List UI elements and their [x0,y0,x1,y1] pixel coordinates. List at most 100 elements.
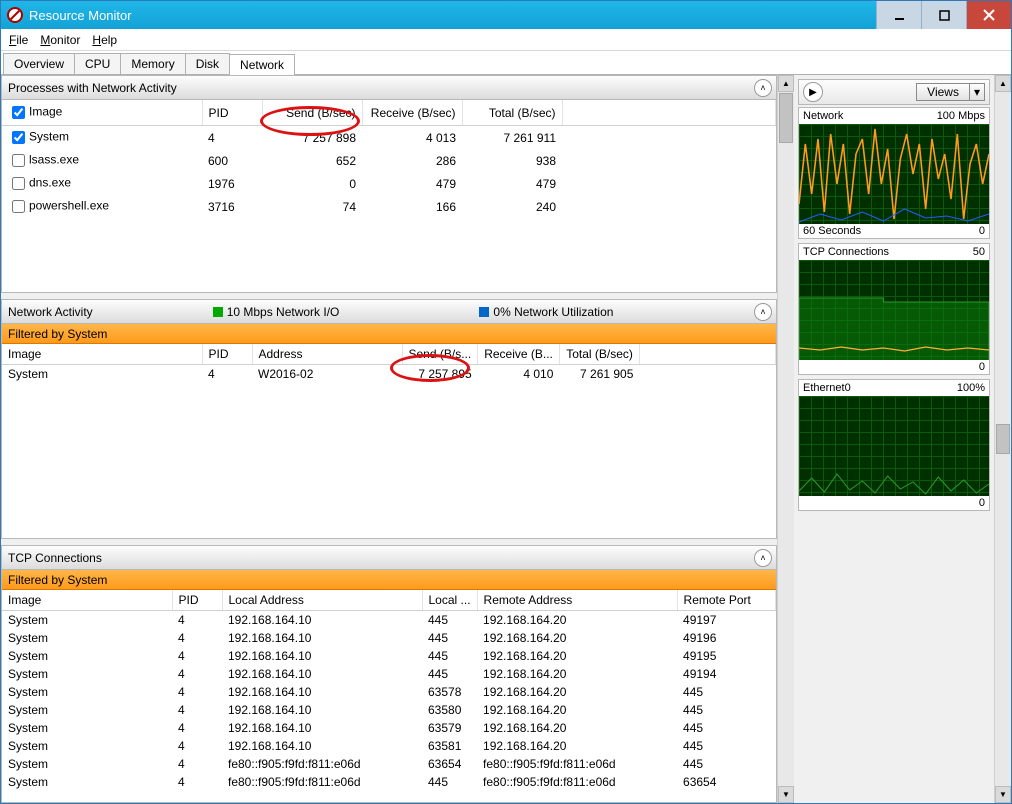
graph-canvas [799,260,989,360]
col-image[interactable]: Image [2,590,172,611]
views-dropdown-icon[interactable]: ▾ [970,83,985,101]
col-pid[interactable]: PID [202,100,262,126]
collapse-icon[interactable]: ˄ [754,303,772,321]
tab-cpu[interactable]: CPU [74,53,121,74]
col-send[interactable]: Send (B/s... [402,344,478,365]
col-pid[interactable]: PID [202,344,252,365]
col-local-port[interactable]: Local ... [422,590,477,611]
col-address[interactable]: Address [252,344,402,365]
scroll-down-icon[interactable]: ▼ [778,786,794,803]
graph-title: TCP Connections [803,246,889,258]
table-row[interactable]: lsass.exe600652286938 [2,149,776,172]
graph-foot-right: 0 [979,225,985,237]
col-image[interactable]: Image [2,344,202,365]
side-graphs: ▶ Views ▾ Network 100 Mbps 60 Seconds 0 TC… [794,75,994,803]
table-row[interactable]: System4192.168.164.1063579192.168.164.20… [2,719,776,737]
table-row[interactable]: System4192.168.164.1063580192.168.164.20… [2,701,776,719]
col-recv[interactable]: Receive (B... [478,344,560,365]
close-button[interactable] [966,1,1011,29]
scroll-up-icon[interactable]: ▲ [995,75,1011,92]
graph-tcp: TCP Connections 50 0 [798,243,990,375]
graph-scale: 100 Mbps [937,110,985,122]
table-row[interactable]: System47 257 8984 0137 261 911 [2,126,776,150]
graph-title: Ethernet0 [803,382,851,394]
tab-network[interactable]: Network [229,54,295,75]
row-checkbox[interactable] [12,131,25,144]
filtered-bar: Filtered by System [2,324,776,344]
legend-blue-icon [479,307,489,317]
legend-io: 10 Mbps Network I/O [227,305,340,319]
menu-monitor[interactable]: Monitor [40,33,80,47]
table-row[interactable]: System4192.168.164.10445192.168.164.2049… [2,611,776,630]
app-icon [7,7,23,23]
resource-monitor-window: Resource Monitor File Monitor Help Overv… [0,0,1012,804]
activity-title: Network Activity [8,305,93,319]
graph-scale: 100% [957,382,985,394]
minimize-button[interactable] [876,1,921,29]
table-row[interactable]: powershell.exe371674166240 [2,195,776,218]
table-row[interactable]: System4fe80::f905:f9fd:f811:e06d445fe80:… [2,773,776,791]
tab-overview[interactable]: Overview [3,53,75,74]
row-checkbox[interactable] [12,154,25,167]
graph-title: Network [803,110,843,122]
maximize-button[interactable] [921,1,966,29]
table-row[interactable]: System4W2016-027 257 8954 0107 261 905 [2,365,776,384]
menu-file[interactable]: File [9,33,28,47]
table-row[interactable]: System4192.168.164.10445192.168.164.2049… [2,665,776,683]
col-image[interactable]: Image [29,105,62,119]
scroll-down-icon[interactable]: ▼ [995,786,1011,803]
main-scrollbar[interactable]: ▲ ▼ [777,75,794,803]
tab-disk[interactable]: Disk [185,53,230,74]
titlebar[interactable]: Resource Monitor [1,1,1011,29]
scroll-up-icon[interactable]: ▲ [778,75,794,92]
menu-help[interactable]: Help [92,33,117,47]
filtered-bar: Filtered by System [2,570,776,590]
graph-foot-right: 0 [979,361,985,373]
side-toolbar: ▶ Views ▾ [798,79,990,105]
views-button[interactable]: Views [916,83,970,101]
col-pid[interactable]: PID [172,590,222,611]
tcp-panel: TCP Connections ˄ Filtered by System Ima… [1,545,777,803]
table-row[interactable]: System4192.168.164.1063581192.168.164.20… [2,737,776,755]
col-remote-addr[interactable]: Remote Address [477,590,677,611]
tab-memory[interactable]: Memory [120,53,185,74]
graph-network: Network 100 Mbps 60 Seconds 0 [798,107,990,239]
collapse-icon[interactable]: ˄ [754,79,772,97]
graph-foot-left: 60 Seconds [803,225,861,237]
table-row[interactable]: dns.exe19760479479 [2,172,776,195]
table-row[interactable]: System4192.168.164.10445192.168.164.2049… [2,629,776,647]
select-all-checkbox[interactable] [12,106,25,119]
processes-table: Image PID Send (B/sec) Receive (B/sec) T… [2,100,776,218]
graph-ethernet: Ethernet0100% 0 [798,379,990,511]
col-send[interactable]: Send (B/sec) [262,100,362,126]
window-title: Resource Monitor [29,8,132,23]
tcp-title: TCP Connections [8,551,102,565]
processes-panel: Processes with Network Activity ˄ Image … [1,75,777,293]
side-scrollbar[interactable]: ▲ ▼ [994,75,1011,803]
graph-canvas [799,396,989,496]
activity-table: Image PID Address Send (B/s... Receive (… [2,344,776,383]
row-checkbox[interactable] [12,177,25,190]
legend-green-icon [213,307,223,317]
legend-util: 0% Network Utilization [493,305,613,319]
table-row[interactable]: System4fe80::f905:f9fd:f811:e06d63654fe8… [2,755,776,773]
row-checkbox[interactable] [12,200,25,213]
processes-title: Processes with Network Activity [8,81,177,95]
table-row[interactable]: System4192.168.164.1063578192.168.164.20… [2,683,776,701]
tabs: Overview CPU Memory Disk Network [1,51,1011,75]
scroll-thumb[interactable] [996,424,1010,454]
collapse-icon[interactable]: ˄ [754,549,772,567]
col-recv[interactable]: Receive (B/sec) [362,100,462,126]
graph-scale: 50 [973,246,985,258]
col-local-addr[interactable]: Local Address [222,590,422,611]
processes-header[interactable]: Processes with Network Activity ˄ [2,76,776,100]
activity-panel: Network Activity 10 Mbps Network I/O 0% … [1,299,777,539]
col-total[interactable]: Total (B/sec) [462,100,562,126]
collapse-side-icon[interactable]: ▶ [803,82,823,102]
col-remote-port[interactable]: Remote Port [677,590,775,611]
activity-header[interactable]: Network Activity 10 Mbps Network I/O 0% … [2,300,776,324]
col-total[interactable]: Total (B/sec) [559,344,639,365]
scroll-thumb[interactable] [779,93,793,143]
tcp-header[interactable]: TCP Connections ˄ [2,546,776,570]
table-row[interactable]: System4192.168.164.10445192.168.164.2049… [2,647,776,665]
